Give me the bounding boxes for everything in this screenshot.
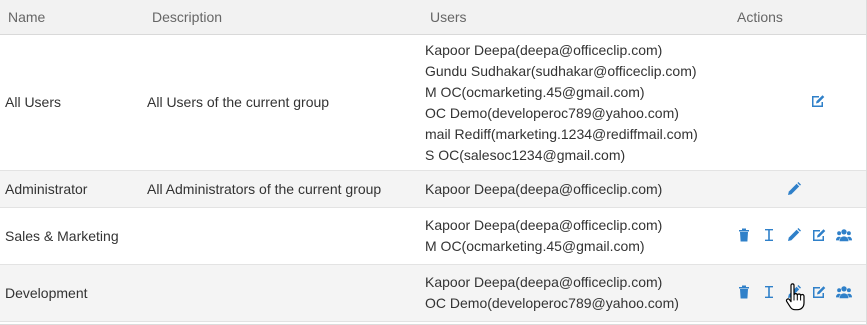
groups-table: Name Description Users Actions All Users…: [0, 0, 867, 325]
group-description: All Users of the current group: [147, 94, 330, 110]
row-actions: [786, 181, 802, 197]
table-row: Administrator All Administrators of the …: [0, 171, 866, 208]
group-users: Kapoor Deepa(deepa@officeclip.com) M OC(…: [425, 215, 662, 257]
user-entry: Kapoor Deepa(deepa@officeclip.com): [425, 274, 663, 290]
pencil-icon[interactable]: [786, 181, 802, 197]
row-actions: [736, 227, 852, 243]
edit-users-icon[interactable]: [811, 227, 827, 243]
user-entry: mail Rediff(marketing.1234@rediffmail.co…: [425, 126, 698, 142]
text-cursor-icon[interactable]: [761, 284, 777, 300]
edit-users-icon[interactable]: [810, 93, 826, 109]
group-icon[interactable]: [836, 227, 852, 243]
header-name[interactable]: Name: [8, 9, 45, 25]
group-description: All Administrators of the current group: [147, 181, 382, 197]
header-description[interactable]: Description: [152, 9, 222, 25]
user-entry: S OC(salesoc1234@gmail.com): [425, 147, 626, 163]
user-entry: Kapoor Deepa(deepa@officeclip.com): [425, 181, 663, 197]
group-name: Sales & Marketing: [5, 228, 119, 244]
user-entry: OC Demo(developeroc789@yahoo.com): [425, 295, 679, 311]
text-cursor-icon[interactable]: [761, 227, 777, 243]
user-entry: M OC(ocmarketing.45@gmail.com): [425, 238, 645, 254]
table-row: Sales & Marketing Kapoor Deepa(deepa@off…: [0, 208, 866, 265]
user-entry: Kapoor Deepa(deepa@officeclip.com): [425, 217, 663, 233]
pencil-icon[interactable]: [786, 227, 802, 243]
group-icon[interactable]: [836, 284, 852, 300]
hand-cursor-icon: [785, 283, 805, 311]
trash-icon[interactable]: [736, 227, 752, 243]
table-header: Name Description Users Actions: [0, 0, 866, 35]
group-users: Kapoor Deepa(deepa@officeclip.com) OC De…: [425, 272, 679, 314]
group-name: All Users: [5, 94, 62, 110]
group-name: Development: [5, 285, 88, 301]
user-entry: M OC(ocmarketing.45@gmail.com): [425, 84, 645, 100]
table-row: Development Kapoor Deepa(deepa@officecli…: [0, 265, 866, 322]
edit-users-icon[interactable]: [811, 284, 827, 300]
user-entry: OC Demo(developeroc789@yahoo.com): [425, 105, 679, 121]
header-actions: Actions: [737, 9, 783, 25]
header-users[interactable]: Users: [430, 9, 467, 25]
user-entry: Kapoor Deepa(deepa@officeclip.com): [425, 42, 663, 58]
group-users: Kapoor Deepa(deepa@officeclip.com): [425, 179, 662, 200]
group-users: Kapoor Deepa(deepa@officeclip.com) Gundu…: [425, 40, 698, 166]
table-row: All Users All Users of the current group…: [0, 35, 866, 171]
group-name: Administrator: [5, 181, 88, 197]
user-entry: Gundu Sudhakar(sudhakar@officeclip.com): [425, 63, 697, 79]
row-actions: [810, 93, 826, 109]
trash-icon[interactable]: [736, 284, 752, 300]
